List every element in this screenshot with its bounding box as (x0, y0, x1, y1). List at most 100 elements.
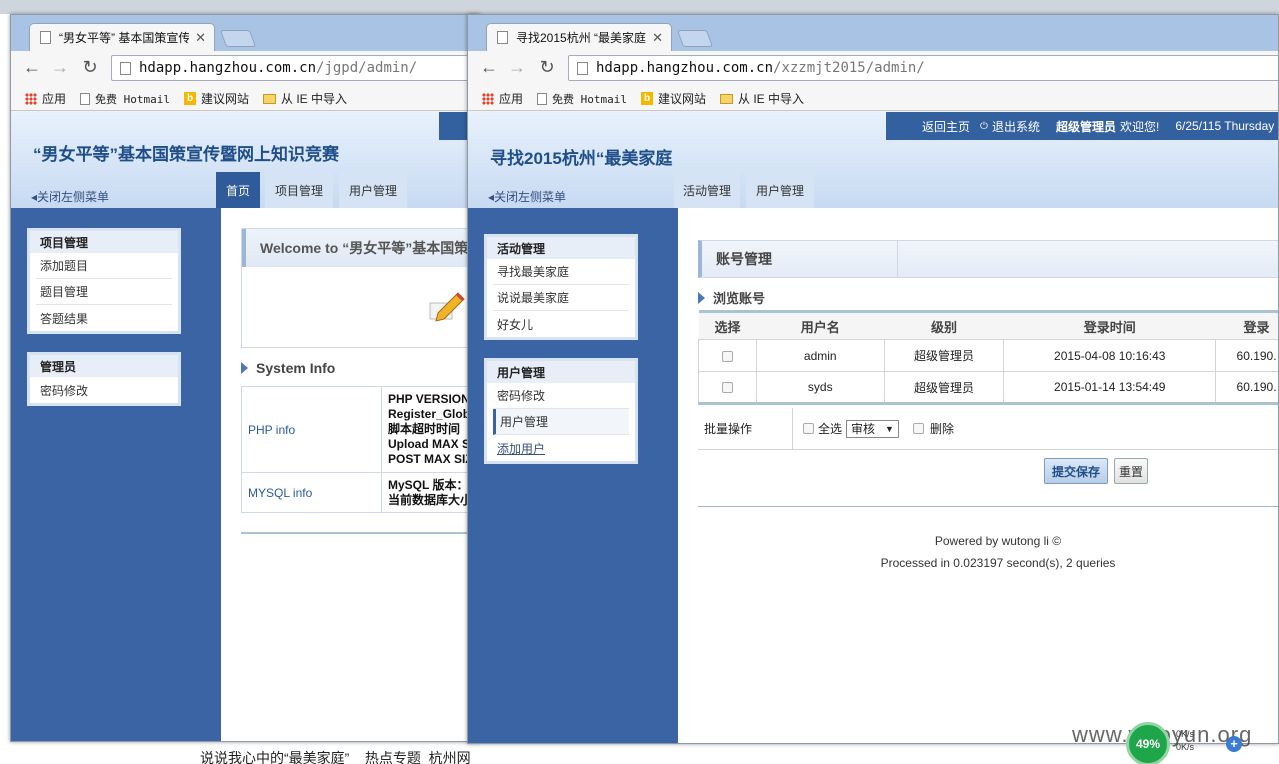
bookmarks-bar: 应用 免费 Hotmail b 建议网站 从 IE 中导入 (468, 87, 1278, 111)
desktop-taskbar-strip (0, 0, 1279, 14)
side-item-find-family[interactable]: 寻找最美家庭 (493, 259, 629, 285)
forward-arrow-icon[interactable]: → (49, 57, 71, 78)
login-ip-cell: 60.190. (1215, 339, 1278, 372)
nav-tab-projects[interactable]: 项目管理 (265, 172, 333, 208)
level-cell: 超级管理员 (883, 339, 1005, 372)
url-host: hdapp.hangzhou.com.cn (139, 60, 317, 76)
header-date: 6/25/115 Thursday (1175, 119, 1275, 133)
site-header: “男女平等”基本国策宣传暨网上知识竞赛 ◂关闭左侧菜单 首页 项目管理 用户管理 (11, 112, 479, 208)
delete-label: 删除 (929, 422, 954, 436)
bookmark-hotmail[interactable]: 免费 Hotmail (80, 91, 170, 107)
account-section-header: 账号管理 (698, 240, 1278, 278)
page-icon (120, 61, 131, 75)
col-username: 用户名 (756, 311, 885, 340)
address-bar[interactable]: hdapp.hangzhou.com.cn/jgpd/admin/ (111, 55, 479, 81)
side-group-projects: 项目管理 添加题目 题目管理 答题结果 (27, 228, 181, 334)
tab-strip: 寻找2015杭州 “最美家庭 ✕ (468, 15, 1278, 51)
page-content: 返回主页 ⏻ 退出系统 超级管理员 欢迎您! 6/25/115 Thursday… (468, 112, 1278, 743)
new-tab-button[interactable] (676, 30, 714, 47)
side-item-add-user[interactable]: 添加用户 (493, 435, 629, 461)
main-content: Welcome to “男女平等”基本国策 System Info PHP in… (221, 208, 479, 741)
folder-icon (720, 93, 734, 104)
side-item-change-password[interactable]: 密码修改 (493, 383, 629, 409)
bookmark-hotmail[interactable]: 免费 Hotmail (537, 91, 627, 107)
triangle-right-icon (698, 291, 705, 304)
network-speed-widget[interactable]: 49% 0K/s 0K/s + (1126, 722, 1246, 764)
powered-by-text: Powered by wutong li © (934, 534, 1062, 548)
back-arrow-icon[interactable]: ← (21, 57, 43, 78)
nav-tab-users[interactable]: 用户管理 (746, 172, 814, 208)
close-left-menu-link[interactable]: ◂关闭左侧菜单 (488, 188, 566, 205)
delete-checkbox[interactable] (912, 423, 924, 434)
bookmark-import-ie[interactable]: 从 IE 中导入 (720, 90, 804, 107)
page-icon (80, 92, 91, 105)
bookmark-suggested[interactable]: b 建议网站 (184, 90, 249, 107)
admin-role: 超级管理员 (1055, 119, 1116, 134)
bing-icon: b (184, 92, 196, 105)
power-icon: ⏻ (980, 120, 988, 132)
background-window-title: 说说我心中的“最美家庭” _ 热点专题_杭州网 (200, 750, 471, 764)
tab-strip: “男女平等” 基本国策宣传 ✕ (11, 15, 479, 51)
table-header-row: 选择 用户名 级别 登录时间 登录 (698, 311, 1278, 340)
nav-tab-home[interactable]: 首页 (216, 172, 260, 208)
side-item-user-manage[interactable]: 用户管理 (493, 409, 629, 435)
submit-save-button[interactable]: 提交保存 (1044, 458, 1108, 484)
side-group-title: 项目管理 (30, 231, 178, 253)
reload-icon[interactable]: ↻ (536, 57, 558, 78)
left-sidebar: 活动管理 寻找最美家庭 说说最美家庭 好女儿 用户管理 密码修改 用户管理 添加… (468, 208, 678, 743)
side-group-activities: 活动管理 寻找最美家庭 说说最美家庭 好女儿 (484, 234, 638, 340)
row-checkbox[interactable] (721, 382, 733, 394)
side-item-change-password[interactable]: 密码修改 (36, 377, 172, 403)
browser-tab-xzzmjt[interactable]: 寻找2015杭州 “最美家庭 ✕ (486, 23, 672, 51)
login-ip-cell: 60.190. (1215, 371, 1278, 405)
side-group-users: 用户管理 密码修改 用户管理 添加用户 (484, 358, 638, 464)
batch-action-select[interactable]: 审核 ▼ (846, 419, 899, 438)
info-key: MYSQL info (241, 472, 382, 513)
tab-title: “男女平等” 基本国策宣传 (59, 31, 190, 45)
reload-icon[interactable]: ↻ (79, 57, 101, 78)
forward-arrow-icon[interactable]: → (506, 57, 528, 78)
browser-toolbar: ← → ↻ hdapp.hangzhou.com.cn/jgpd/admin/ (11, 51, 479, 87)
logout-link[interactable]: 退出系统 (992, 118, 1040, 135)
system-info-heading: System Info (241, 360, 335, 376)
side-item-add-question[interactable]: 添加题目 (36, 253, 172, 279)
select-all-checkbox[interactable] (803, 423, 814, 434)
side-item-talk-family[interactable]: 说说最美家庭 (493, 285, 629, 311)
side-item-answer-results[interactable]: 答题结果 (36, 305, 172, 331)
apps-grid-icon (25, 92, 37, 105)
table-row: MYSQL info MySQL 版本： 当前数据库大小 (241, 472, 479, 513)
close-icon[interactable]: ✕ (652, 30, 663, 46)
side-item-good-daughter[interactable]: 好女儿 (493, 311, 629, 337)
main-content: 账号管理 浏览账号 选择 用户名 级别 登录时间 登录 admin 超级管理员 … (678, 214, 1278, 743)
batch-operations: 批量操作 全选 审核 ▼ 删除 (698, 408, 1278, 450)
back-arrow-icon[interactable]: ← (478, 57, 500, 78)
bookmark-import-ie[interactable]: 从 IE 中导入 (263, 90, 347, 107)
close-left-menu-link[interactable]: ◂关闭左侧菜单 (31, 188, 109, 205)
close-icon[interactable]: ✕ (195, 30, 206, 46)
url-host: hdapp.hangzhou.com.cn (596, 60, 774, 76)
row-checkbox[interactable] (721, 350, 733, 362)
reset-button[interactable]: 重置 (1114, 458, 1148, 484)
welcome-text: 欢迎您! (1119, 119, 1160, 134)
tab-title: 寻找2015杭州 “最美家庭 (516, 31, 647, 45)
batch-label: 批量操作 (698, 408, 793, 449)
nav-tab-users[interactable]: 用户管理 (339, 172, 407, 208)
site-title: 寻找2015杭州“最美家庭 (490, 149, 673, 168)
nav-tab-activities[interactable]: 活动管理 (674, 172, 740, 208)
header-top-bar: 返回主页 ⏻ 退出系统 超级管理员 欢迎您! 6/25/115 Thursday (886, 112, 1278, 140)
section-title: 账号管理 (702, 241, 898, 277)
welcome-panel: Welcome to “男女平等”基本国策 (241, 228, 479, 348)
new-tab-button[interactable] (219, 30, 257, 47)
address-bar[interactable]: hdapp.hangzhou.com.cn/xzzmjt2015/admin/ (568, 55, 1278, 81)
pencil-icon (429, 292, 465, 322)
url-path: /jgpd/admin/ (316, 60, 418, 76)
home-link[interactable]: 返回主页 (922, 118, 970, 135)
bookmark-suggested[interactable]: b 建议网站 (641, 90, 706, 107)
plus-icon[interactable]: + (1226, 736, 1242, 752)
page-icon (537, 92, 548, 105)
bookmark-apps[interactable]: 应用 (25, 90, 66, 107)
bookmark-apps[interactable]: 应用 (482, 90, 523, 107)
network-gauge: 49% (1126, 722, 1170, 764)
side-item-question-manage[interactable]: 题目管理 (36, 279, 172, 305)
browser-tab-jgpd[interactable]: “男女平等” 基本国策宣传 ✕ (29, 23, 215, 51)
